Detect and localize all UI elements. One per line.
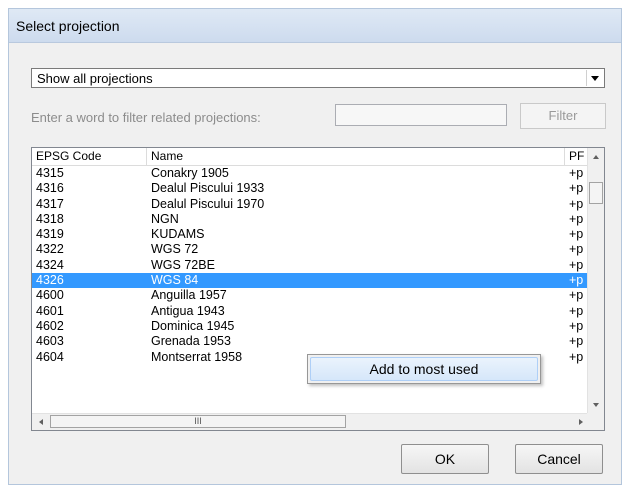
filter-input[interactable] — [335, 104, 507, 126]
horizontal-scrollbar[interactable]: III — [32, 413, 589, 430]
cell-name: WGS 72 — [151, 242, 199, 257]
scroll-left-icon[interactable] — [32, 414, 49, 430]
cell-proj: +p — [569, 349, 584, 364]
select-projection-dialog: Select projection Show all projections E… — [8, 8, 622, 485]
filter-label: Enter a word to filter related projectio… — [31, 110, 261, 125]
cell-epsg-code: 4601 — [36, 303, 64, 318]
cell-epsg-code: 4324 — [36, 257, 64, 272]
cell-epsg-code: 4326 — [36, 273, 64, 288]
vertical-scroll-thumb[interactable] — [589, 182, 603, 204]
cell-proj: +p — [569, 303, 584, 318]
column-header-name[interactable]: Name — [147, 148, 565, 165]
cell-name: Dealul Piscului 1970 — [151, 196, 265, 211]
filter-button[interactable]: Filter — [520, 103, 606, 129]
cell-epsg-code: 4319 — [36, 227, 64, 242]
cell-proj: +p — [569, 318, 584, 333]
table-row[interactable]: 4601 Antigua 1943 +p — [32, 304, 589, 319]
cell-proj: +p — [569, 273, 584, 288]
cell-name: Dominica 1945 — [151, 318, 235, 333]
table-row[interactable]: 4600 Anguilla 1957 +p — [32, 288, 589, 303]
table-row[interactable]: 4322 WGS 72 +p — [32, 242, 589, 257]
cell-name: Antigua 1943 — [151, 303, 225, 318]
cancel-button[interactable]: Cancel — [515, 444, 603, 474]
title-bar[interactable]: Select projection — [9, 9, 621, 43]
table-row[interactable]: 4324 WGS 72BE +p — [32, 258, 589, 273]
cell-epsg-code: 4315 — [36, 166, 64, 180]
list-rows: 4315 Conakry 1905 +p 4316 Dealul Piscului 19… — [32, 166, 589, 365]
scroll-down-icon[interactable] — [588, 396, 604, 413]
cell-epsg-code: 4322 — [36, 242, 64, 257]
column-header-proj[interactable]: PF — [565, 148, 589, 165]
cell-proj: +p — [569, 181, 584, 196]
cell-name: NGN — [151, 211, 179, 226]
cell-proj: +p — [569, 196, 584, 211]
cell-epsg-code: 4603 — [36, 334, 64, 349]
vertical-scrollbar[interactable] — [587, 148, 604, 413]
cell-proj: +p — [569, 227, 584, 242]
cell-epsg-code: 4316 — [36, 181, 64, 196]
cell-epsg-code: 4602 — [36, 318, 64, 333]
cell-name: Conakry 1905 — [151, 166, 229, 180]
dialog-body: Show all projections Enter a word to fil… — [17, 43, 615, 479]
cell-epsg-code: 4318 — [36, 211, 64, 226]
dialog-title: Select projection — [16, 18, 120, 34]
column-header-epsg-code[interactable]: EPSG Code — [32, 148, 147, 165]
ok-button[interactable]: OK — [401, 444, 489, 474]
cell-epsg-code: 4600 — [36, 288, 64, 303]
add-to-most-used-menu-item[interactable]: Add to most used — [310, 357, 538, 381]
cell-name: WGS 84 — [151, 273, 199, 288]
list-header: EPSG Code Name PF — [32, 148, 589, 166]
cell-name: Grenada 1953 — [151, 334, 231, 349]
table-row[interactable]: 4318 NGN +p — [32, 212, 589, 227]
projection-filter-value: Show all projections — [37, 71, 153, 86]
table-row[interactable]: 4603 Grenada 1953 +p — [32, 334, 589, 349]
projection-filter-dropdown[interactable]: Show all projections — [31, 68, 605, 88]
cell-proj: +p — [569, 334, 584, 349]
cell-name: KUDAMS — [151, 227, 205, 242]
cell-epsg-code: 4317 — [36, 196, 64, 211]
cell-proj: +p — [569, 288, 584, 303]
horizontal-scroll-thumb[interactable]: III — [50, 415, 346, 428]
cell-proj: +p — [569, 166, 584, 180]
table-row[interactable]: 4602 Dominica 1945 +p — [32, 319, 589, 334]
cell-name: WGS 72BE — [151, 257, 215, 272]
chevron-down-icon[interactable] — [586, 70, 603, 86]
table-row[interactable]: 4316 Dealul Piscului 1933 +p — [32, 181, 589, 196]
table-row[interactable]: 4326 WGS 84 +p — [32, 273, 589, 289]
cell-name: Dealul Piscului 1933 — [151, 181, 265, 196]
scroll-up-icon[interactable] — [588, 148, 604, 165]
cell-epsg-code: 4604 — [36, 349, 64, 364]
cell-name: Anguilla 1957 — [151, 288, 227, 303]
cell-proj: +p — [569, 257, 584, 272]
table-row[interactable]: 4317 Dealul Piscului 1970 +p — [32, 197, 589, 212]
context-menu: Add to most used — [307, 354, 541, 384]
scrollbar-corner — [587, 413, 604, 430]
table-row[interactable]: 4315 Conakry 1905 +p — [32, 166, 589, 181]
cell-proj: +p — [569, 211, 584, 226]
cell-proj: +p — [569, 242, 584, 257]
table-row[interactable]: 4319 KUDAMS +p — [32, 227, 589, 242]
projection-list[interactable]: EPSG Code Name PF 4315 Conakry 1905 +p 4316… — [31, 147, 605, 431]
